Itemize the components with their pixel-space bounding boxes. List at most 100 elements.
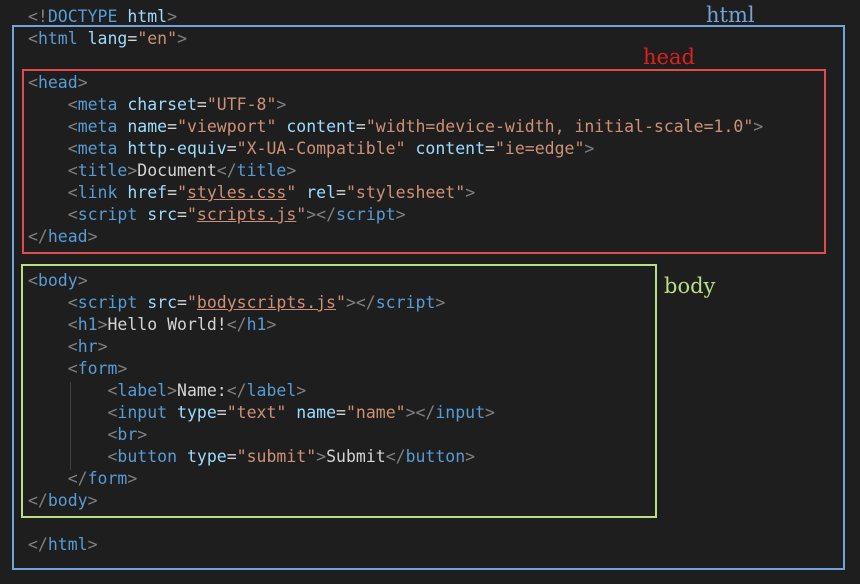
code-token: meta — [77, 139, 118, 158]
body-region-label: body — [664, 274, 716, 298]
code-token: h1 — [77, 315, 98, 334]
code-token: = — [226, 447, 237, 466]
code-token: charset — [127, 95, 197, 114]
code-token: name — [296, 403, 337, 422]
code-token: body — [47, 491, 88, 510]
code-token: </ — [28, 535, 48, 554]
code-token: = — [177, 293, 187, 312]
code-token: > — [296, 381, 307, 400]
code-token: " — [336, 293, 346, 312]
code-token: "X-UA-Compatible" — [236, 139, 406, 158]
code-token: <! — [28, 7, 48, 26]
code-token: Name: — [177, 381, 227, 400]
code-token: " — [186, 293, 197, 312]
code-token: " — [296, 205, 307, 224]
code-token: br — [117, 425, 138, 444]
code-token: "stylesheet" — [345, 183, 466, 202]
code-token: " — [186, 205, 197, 224]
code-token: = — [127, 29, 138, 48]
code-token: "viewport" — [177, 117, 277, 136]
code-line: </head> — [28, 226, 98, 248]
code-token: "UTF-8" — [206, 95, 277, 114]
code-token: hr — [77, 337, 98, 356]
code-line: <meta http-equiv="X-UA-Compatible" conte… — [28, 138, 595, 160]
code-token: "name" — [345, 403, 406, 422]
code-token: "width=device-width, initial-scale=1.0" — [365, 117, 754, 136]
code-token: > — [167, 7, 178, 26]
code-token: > — [316, 447, 327, 466]
code-token: = — [167, 183, 178, 202]
code-token: > — [137, 425, 148, 444]
code-token: form — [87, 469, 128, 488]
code-line: <html lang="en"> — [28, 28, 187, 50]
code-token: > — [435, 293, 446, 312]
code-token: html — [47, 535, 88, 554]
code-token: </ — [28, 227, 48, 246]
code-token: = — [336, 183, 346, 202]
code-line: <!DOCTYPE html> — [28, 6, 177, 28]
code-token: form — [77, 359, 118, 378]
code-line: <head> — [28, 72, 88, 94]
code-token: < — [67, 205, 78, 224]
code-token: = — [336, 403, 346, 422]
code-line: <script src="bodyscripts.js"></script> — [28, 292, 446, 314]
code-line: <body> — [28, 270, 88, 292]
code-token: > — [167, 381, 178, 400]
code-token: script — [77, 205, 138, 224]
code-token: type — [186, 447, 227, 466]
code-token: "text" — [226, 403, 287, 422]
code-line: </form> — [28, 468, 138, 490]
code-token: < — [28, 29, 38, 48]
code-token: > — [753, 117, 764, 136]
code-token: > — [584, 139, 595, 158]
code-line: <link href="styles.css" rel="stylesheet"… — [28, 182, 475, 204]
code-token: " — [286, 183, 297, 202]
code-line: <label>Name:</label> — [28, 380, 306, 402]
code-token: " — [177, 183, 187, 202]
code-token: head — [37, 73, 78, 92]
code-token: content — [286, 117, 356, 136]
code-token: > — [286, 161, 297, 180]
code-token: html — [127, 7, 168, 26]
code-token: Submit — [326, 447, 386, 466]
code-token: rel — [306, 183, 337, 202]
code-token: < — [107, 381, 118, 400]
code-token: label — [117, 381, 168, 400]
code-token: script — [336, 205, 396, 224]
code-token: > — [266, 315, 277, 334]
code-token: head — [47, 227, 88, 246]
code-token: </ — [385, 447, 406, 466]
code-token: h1 — [246, 315, 267, 334]
code-token: > — [87, 535, 98, 554]
html-region-label: html — [706, 3, 755, 27]
code-token: = — [177, 205, 187, 224]
code-token: = — [485, 139, 495, 158]
code-token: scripts.js — [196, 205, 297, 224]
code-token: = — [226, 139, 237, 158]
code-token: > — [97, 315, 108, 334]
code-token: html — [37, 29, 78, 48]
code-token: > — [465, 447, 476, 466]
code-token: </ — [67, 469, 88, 488]
code-token: link — [77, 183, 118, 202]
code-token: src — [147, 293, 178, 312]
code-token: lang — [87, 29, 128, 48]
code-token: = — [167, 117, 178, 136]
